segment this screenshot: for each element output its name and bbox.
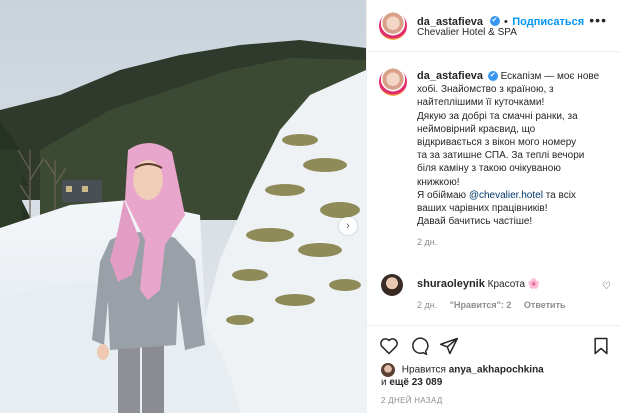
post-header: da_astafieva ✔ • Подписаться Chevalier H…: [367, 0, 620, 52]
commenter-avatar[interactable]: [381, 274, 403, 296]
verified-badge-icon: ✔: [487, 71, 498, 82]
mention-link[interactable]: @chevalier.hotel: [469, 190, 543, 201]
comment-text: shuraoleynik Красота 🌸: [417, 278, 540, 290]
likes-and: и: [381, 377, 387, 388]
caption-line: та за затишне СПА. За теплі вечори: [417, 150, 585, 162]
comment-body: Красота: [487, 279, 526, 290]
photo-scene: [0, 0, 366, 413]
share-send-icon[interactable]: [439, 336, 459, 356]
comment-time[interactable]: 2 дн.: [417, 300, 437, 310]
caption-line: найтеплішими її куточками!: [417, 97, 545, 109]
caption-text: da_astafieva ✔ Ескапізм — моє нове хобі.…: [417, 70, 607, 250]
caption-line: ваших чарівних працівників!: [417, 203, 548, 215]
verified-badge-icon: ✔: [489, 15, 500, 26]
bookmark-icon[interactable]: [591, 336, 611, 356]
follow-button[interactable]: Подписаться: [512, 16, 584, 28]
caption-line: Я обіймаю: [417, 189, 467, 201]
caption-line: Дякую за добрі та смачні ранки, за: [417, 110, 578, 122]
caption-line: та всіх: [545, 189, 576, 201]
liker-avatar[interactable]: [381, 363, 395, 377]
caption-line: біля каміну з такою очікуваною: [417, 163, 561, 175]
comment-likes[interactable]: "Нравится": 2: [450, 300, 512, 310]
caption-line: Давай бачитись частіше!: [417, 216, 533, 228]
caption-line: неймовірний краєвид, що: [417, 123, 536, 135]
comment-meta: 2 дн. "Нравится": 2 Ответить: [417, 300, 576, 310]
caption-line: хобі. Знайомство з країною, з: [417, 84, 554, 96]
liker-username[interactable]: anya_akhapochkina: [449, 365, 544, 376]
commenter-username[interactable]: shuraoleynik: [417, 278, 485, 290]
more-options-icon[interactable]: •••: [589, 12, 607, 28]
caption-line: відкривається з вікон мого номеру: [417, 137, 577, 149]
caption-line: книжкою!: [417, 176, 460, 188]
caption-time[interactable]: 2 дн.: [417, 236, 607, 249]
caption-line: Ескапізм — моє нове: [500, 71, 600, 82]
author-avatar[interactable]: [379, 12, 407, 40]
comment-like-icon[interactable]: ♡: [602, 281, 611, 292]
caption-username[interactable]: da_astafieva: [417, 70, 483, 82]
comment-emoji: 🌸: [527, 279, 541, 290]
next-photo-button[interactable]: ›: [339, 217, 357, 235]
post-sidebar: da_astafieva ✔ • Подписаться Chevalier H…: [366, 0, 620, 413]
comment-reply-button[interactable]: Ответить: [524, 300, 566, 310]
chevron-right-icon: ›: [346, 220, 350, 232]
likes-prefix: Нравится: [401, 364, 446, 376]
like-heart-icon[interactable]: [379, 336, 399, 356]
likes-count[interactable]: ещё 23 089: [389, 377, 442, 388]
likes-summary: Нравится anya_akhapochkina и ещё 23 089: [381, 363, 544, 388]
post-age[interactable]: 2 ДНЕЙ НАЗАД: [381, 396, 443, 405]
post-location[interactable]: Chevalier Hotel & SPA: [417, 27, 517, 38]
post-photo[interactable]: [0, 0, 366, 413]
caption-avatar[interactable]: [379, 68, 407, 96]
action-bar: [367, 325, 620, 365]
comment-bubble-icon[interactable]: [409, 336, 429, 356]
